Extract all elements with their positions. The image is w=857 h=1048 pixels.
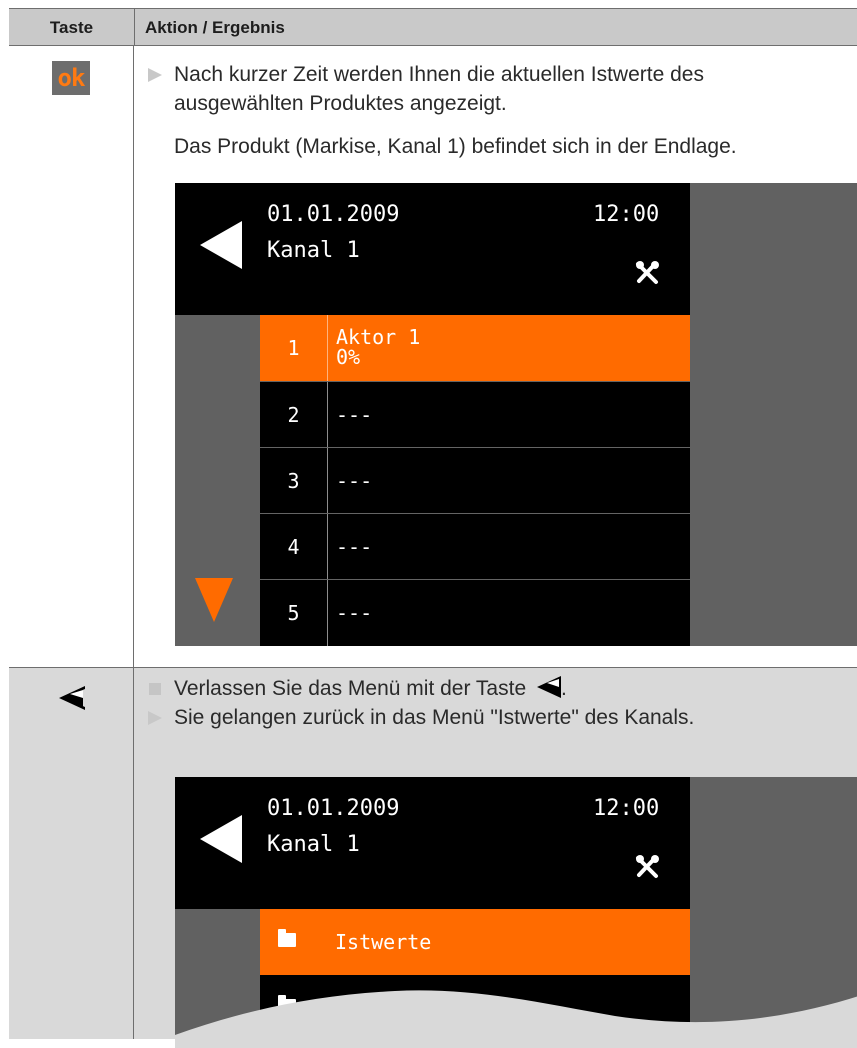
list-item-text: --- (336, 535, 373, 559)
list-item-4[interactable]: 4 --- (260, 513, 690, 580)
header-aktion: Aktion / Ergebnis (134, 9, 857, 47)
list-item-number: 3 (287, 469, 300, 493)
scroll-down-icon[interactable] (195, 578, 233, 622)
list-item-1[interactable]: 1 Aktor 1 0% (260, 315, 690, 381)
list-item-text: --- (336, 469, 373, 493)
list-item-text: --- (336, 403, 373, 427)
screen-channel: Kanal 1 (267, 238, 360, 263)
back-arrow-icon[interactable] (200, 815, 242, 863)
result-marker-icon (148, 711, 162, 725)
screen-left-panel (175, 909, 260, 1048)
result-text-line-3: Das Produkt (Markise, Kanal 1) befindet … (174, 135, 737, 158)
screen-channel: Kanal 1 (267, 832, 360, 857)
instruction-text-end: . (560, 677, 567, 700)
back-key-icon (59, 686, 85, 710)
screen-right-panel (690, 183, 857, 646)
list-item-text: --- (336, 601, 373, 625)
column-divider (133, 46, 134, 1039)
table-row: ok Nach kurzer Zeit werden Ihnen die akt… (9, 46, 857, 668)
device-screen: 01.01.2009 12:00 Kanal 1 1 Aktor 1 0% 2 … (175, 183, 857, 646)
tools-icon[interactable] (634, 854, 660, 880)
ok-key-icon: ok (52, 61, 90, 95)
result-text: Sie gelangen zurück in das Menü "Istwert… (174, 706, 695, 729)
list-item-3[interactable]: 3 --- (260, 447, 690, 514)
menu-item-label: Fahrursache (335, 996, 468, 1020)
folder-icon (278, 929, 296, 947)
tools-icon[interactable] (634, 260, 660, 286)
screen-date: 01.01.2009 (267, 202, 400, 227)
list-item-divider (327, 315, 328, 381)
table-header: Taste Aktion / Ergebnis (9, 8, 857, 47)
back-arrow-icon[interactable] (200, 221, 242, 269)
instruction-table: Taste Aktion / Ergebnis ok Nach kurzer Z… (9, 8, 857, 1048)
instruction-text-main: Verlassen Sie das Menü mit der Taste (174, 677, 527, 700)
screen-right-panel (690, 777, 857, 1048)
screen-time: 12:00 (593, 796, 660, 821)
list-item-divider (327, 382, 328, 448)
list-item-2[interactable]: 2 --- (260, 381, 690, 448)
instruction-marker-icon (149, 683, 161, 695)
folder-icon (278, 995, 296, 1013)
result-text-line-2: ausgewählten Produktes angezeigt. (174, 92, 507, 115)
list-item-number: 1 (287, 336, 300, 360)
table-row: Verlassen Sie das Menü mit der Taste . S… (9, 668, 857, 1048)
menu-item-label: Istwerte (335, 930, 432, 954)
list-item-divider (327, 514, 328, 580)
list-item-divider (327, 580, 328, 646)
back-key-inline-icon (536, 676, 561, 698)
menu-item-fahrursache[interactable]: Fahrursache (260, 975, 690, 1041)
list-item-number: 5 (287, 601, 300, 625)
instruction-text: Verlassen Sie das Menü mit der Taste . (174, 675, 567, 703)
list-item-number: 2 (287, 403, 300, 427)
result-text-line-1: Nach kurzer Zeit werden Ihnen die aktuel… (174, 63, 704, 86)
result-marker-icon (148, 68, 162, 82)
menu-item-istwerte[interactable]: Istwerte (260, 909, 690, 975)
screen-date: 01.01.2009 (267, 796, 400, 821)
header-taste: Taste (49, 18, 94, 37)
list-item-divider (327, 448, 328, 514)
list-item-5[interactable]: 5 --- (260, 579, 690, 646)
device-screen: 01.01.2009 12:00 Kanal 1 Istwerte Fahrur… (175, 777, 857, 1048)
list-item-text: Aktor 1 0% (336, 325, 421, 369)
screen-time: 12:00 (593, 202, 660, 227)
list-item-number: 4 (287, 535, 300, 559)
